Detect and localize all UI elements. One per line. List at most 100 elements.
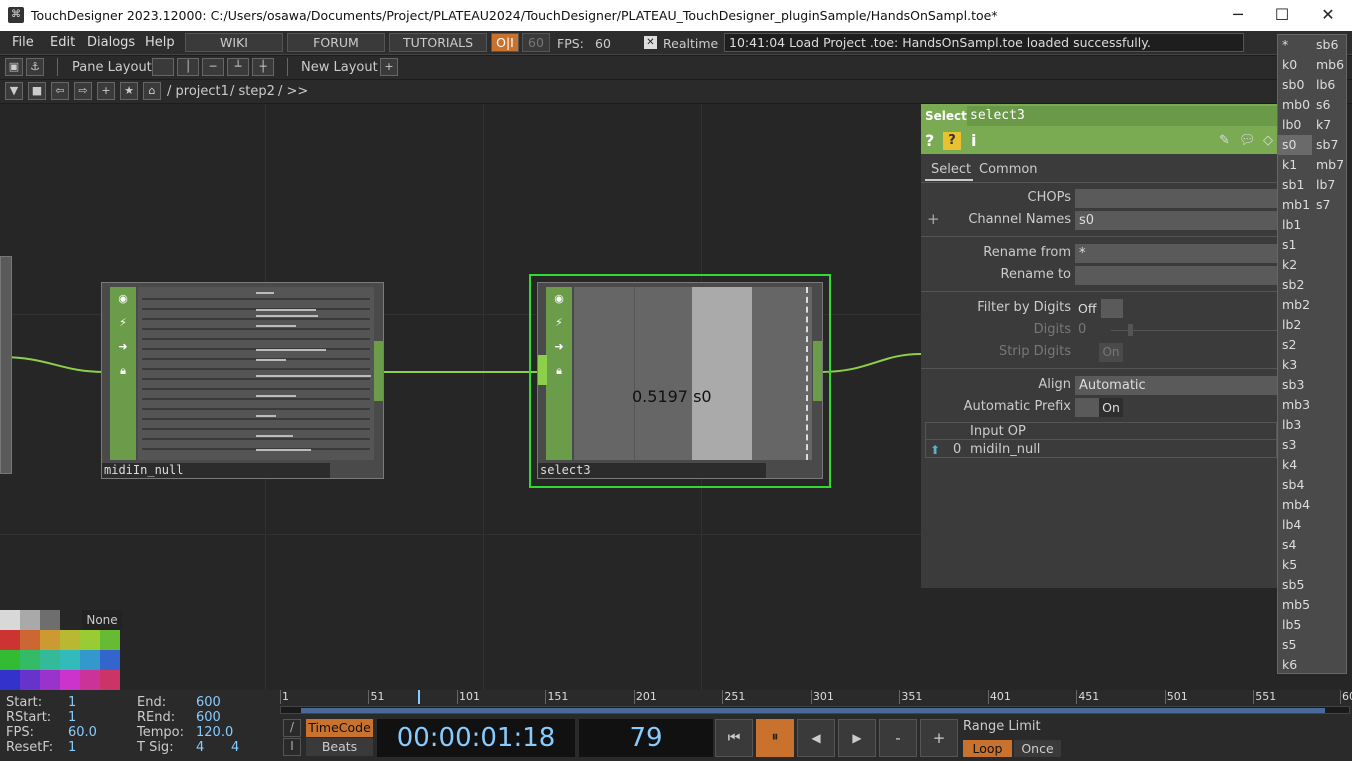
- add-layout-button[interactable]: +: [380, 58, 398, 76]
- dropdown-item[interactable]: k4: [1278, 455, 1312, 475]
- tab-select[interactable]: Select: [925, 159, 973, 181]
- slash-icon[interactable]: /: [283, 719, 301, 737]
- info-icon[interactable]: i: [971, 131, 976, 150]
- dropdown-item[interactable]: s2: [1278, 335, 1312, 355]
- dropdown-item[interactable]: k5: [1278, 555, 1312, 575]
- dropdown-item[interactable]: *: [1278, 35, 1312, 55]
- select3-node[interactable]: ◉ ⚡ ➜ 🔒︎ 0.5197 s0 select3: [537, 282, 823, 479]
- frame-display[interactable]: 79: [579, 719, 713, 757]
- dropdown-item[interactable]: sb2: [1278, 275, 1312, 295]
- dropdown-item[interactable]: lb4: [1278, 515, 1312, 535]
- dropdown-item[interactable]: lb3: [1278, 415, 1312, 435]
- playhead-marker[interactable]: [418, 690, 420, 704]
- tempo-value[interactable]: 120.0: [196, 725, 233, 740]
- node-name[interactable]: select3: [538, 463, 766, 478]
- dropdown-item[interactable]: mb0: [1278, 95, 1312, 115]
- dropdown-item[interactable]: s4: [1278, 535, 1312, 555]
- color-swatch[interactable]: [100, 630, 120, 650]
- color-swatch[interactable]: [100, 650, 120, 670]
- color-swatch[interactable]: [40, 610, 60, 630]
- auto-prefix-toggle[interactable]: On: [1075, 398, 1123, 417]
- python-help-icon[interactable]: ?: [943, 132, 961, 150]
- dropdown-item[interactable]: sb3: [1278, 375, 1312, 395]
- close-button[interactable]: ✕: [1316, 4, 1340, 26]
- eraser-icon[interactable]: ◇: [1263, 133, 1273, 148]
- tsig-numerator[interactable]: 4: [196, 740, 204, 755]
- home-icon[interactable]: ⌂: [143, 82, 161, 100]
- stop-icon[interactable]: ■: [28, 82, 46, 100]
- rewind-button[interactable]: ⏮: [715, 719, 753, 757]
- input-op-value[interactable]: midiIn_null: [970, 442, 1040, 457]
- dropdown-item[interactable]: k3: [1278, 355, 1312, 375]
- dropdown-item[interactable]: sb4: [1278, 475, 1312, 495]
- dropdown-item[interactable]: lb1: [1278, 215, 1312, 235]
- color-swatch[interactable]: [60, 670, 80, 690]
- color-swatch[interactable]: [60, 630, 80, 650]
- end-value[interactable]: 600: [196, 695, 221, 710]
- dropdown-item[interactable]: k6: [1278, 655, 1312, 675]
- add-icon[interactable]: +: [97, 82, 115, 100]
- rename-from-field[interactable]: *: [1075, 244, 1277, 263]
- dropdown-item[interactable]: k2: [1278, 255, 1312, 275]
- forward-icon[interactable]: ⇨: [74, 82, 92, 100]
- maximize-button[interactable]: ☐: [1270, 4, 1294, 26]
- input-arrow-icon[interactable]: ⬆: [930, 443, 940, 457]
- dropdown-item[interactable]: mb5: [1278, 595, 1312, 615]
- color-swatch[interactable]: [0, 610, 20, 630]
- channel-names-field[interactable]: s0: [1075, 211, 1277, 230]
- tab-common[interactable]: Common: [979, 162, 1038, 177]
- layout-single-icon[interactable]: [152, 58, 174, 76]
- dropdown-item[interactable]: s3: [1278, 435, 1312, 455]
- bar-icon[interactable]: I: [283, 738, 301, 756]
- strip-digits-toggle[interactable]: On: [1099, 343, 1123, 362]
- digits-slider-track[interactable]: [1111, 330, 1277, 331]
- dropdown-item[interactable]: k0: [1278, 55, 1312, 75]
- minimize-button[interactable]: ─: [1226, 4, 1250, 26]
- menu-dialogs[interactable]: Dialogs: [87, 35, 135, 50]
- color-swatch[interactable]: [40, 650, 60, 670]
- digits-slider-handle[interactable]: [1128, 324, 1133, 336]
- layout-three-icon[interactable]: ┴: [227, 58, 249, 76]
- color-swatch[interactable]: [0, 630, 20, 650]
- dropdown-item[interactable]: mb4: [1278, 495, 1312, 515]
- color-swatch[interactable]: [40, 630, 60, 650]
- rename-to-field[interactable]: [1075, 266, 1277, 285]
- menu-help[interactable]: Help: [145, 35, 175, 50]
- node-name[interactable]: midiIn_null: [102, 463, 330, 478]
- menu-edit[interactable]: Edit: [50, 35, 75, 50]
- dropdown-item[interactable]: sb7: [1312, 135, 1346, 155]
- path-project1[interactable]: / project1: [167, 84, 229, 99]
- loop-button[interactable]: Loop: [963, 740, 1012, 757]
- resetf-value[interactable]: 1: [68, 740, 76, 755]
- dropdown-item[interactable]: mb7: [1312, 155, 1346, 175]
- color-swatch[interactable]: [80, 670, 100, 690]
- back-icon[interactable]: ⇦: [51, 82, 69, 100]
- input-connector[interactable]: [538, 355, 547, 385]
- viewer-flag-icon[interactable]: ◉: [115, 291, 131, 307]
- lock-flag-icon[interactable]: 🔒︎: [551, 363, 567, 379]
- export-flag-icon[interactable]: ➜: [115, 339, 131, 355]
- comment-icon[interactable]: 💬︎: [1239, 133, 1256, 148]
- layout-quad-icon[interactable]: ┼: [252, 58, 274, 76]
- dropdown-item[interactable]: sb1: [1278, 175, 1312, 195]
- color-swatch[interactable]: [0, 670, 20, 690]
- dropdown-item[interactable]: mb2: [1278, 295, 1312, 315]
- chops-field[interactable]: [1075, 189, 1277, 208]
- display-flag-icon[interactable]: ⚡: [551, 315, 567, 331]
- beats-toggle[interactable]: Beats: [306, 738, 373, 756]
- dropdown-item[interactable]: mb1: [1278, 195, 1312, 215]
- range-bar[interactable]: [280, 706, 1350, 714]
- dropdown-item[interactable]: s1: [1278, 235, 1312, 255]
- dropdown-item[interactable]: lb0: [1278, 115, 1312, 135]
- dropdown-item[interactable]: k7: [1312, 115, 1346, 135]
- viewer-flag-icon[interactable]: ◉: [551, 291, 567, 307]
- frame-ruler[interactable]: 151101151201251301351401451501551600: [280, 690, 1352, 706]
- chevron-down-icon[interactable]: ▼: [5, 82, 23, 100]
- start-value[interactable]: 1: [68, 695, 76, 710]
- midi-in-null-node[interactable]: ◉ ⚡ ➜ 🔒︎ midiIn_null: [101, 282, 384, 479]
- color-swatch[interactable]: [0, 650, 20, 670]
- color-none[interactable]: None: [82, 610, 122, 630]
- fps-cap[interactable]: 60: [522, 33, 550, 52]
- range-fill[interactable]: [301, 708, 1325, 713]
- offscreen-node[interactable]: [0, 256, 12, 474]
